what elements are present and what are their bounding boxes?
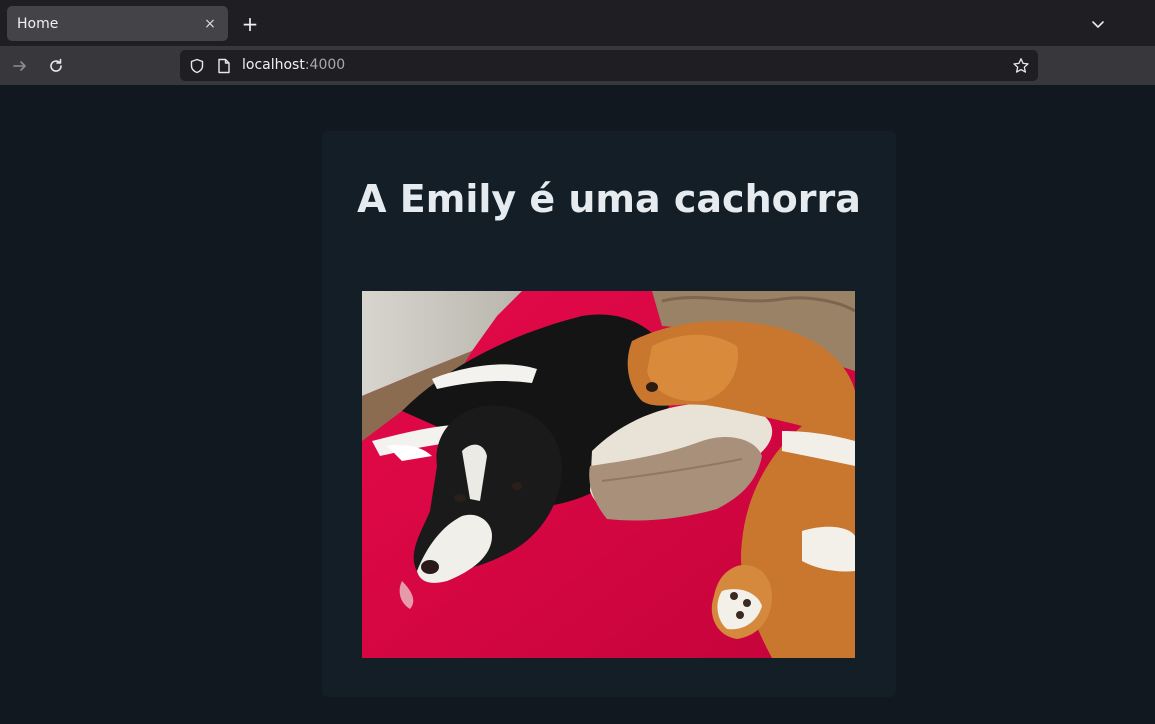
star-icon[interactable] (1012, 57, 1030, 75)
navigation-toolbar: localhost:4000 (0, 46, 1155, 85)
shield-icon[interactable] (188, 57, 206, 75)
chevron-down-icon[interactable] (1086, 12, 1110, 36)
page-title: A Emily é uma cachorra (357, 177, 861, 221)
dog-photo (362, 291, 855, 658)
tab-home[interactable]: Home × (7, 6, 228, 41)
address-bar[interactable]: localhost:4000 (180, 50, 1038, 81)
page-icon[interactable] (215, 57, 233, 75)
content-card: A Emily é uma cachorra (322, 131, 896, 697)
reload-icon[interactable] (43, 53, 69, 79)
tab-title: Home (17, 15, 59, 32)
tab-strip: Home × + (0, 0, 1155, 46)
url-text[interactable]: localhost:4000 (242, 50, 345, 81)
url-host: localhost (242, 57, 305, 73)
close-icon[interactable]: × (202, 16, 218, 32)
url-port: :4000 (304, 57, 346, 73)
new-tab-button[interactable]: + (238, 12, 262, 36)
forward-arrow-icon[interactable] (7, 53, 33, 79)
